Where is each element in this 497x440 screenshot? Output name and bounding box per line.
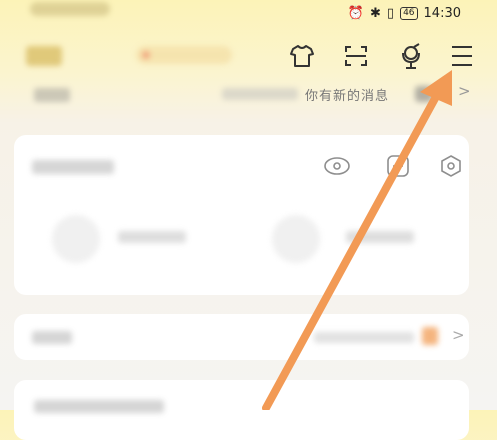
feature-icon-left[interactable] [52, 215, 100, 263]
page-title [26, 46, 62, 66]
eye-icon[interactable] [322, 151, 352, 181]
list-item-badge [422, 327, 438, 345]
message-row-blurred-text [222, 88, 298, 100]
feature-label-right[interactable] [346, 231, 414, 243]
feature-label-left[interactable] [118, 231, 186, 243]
list-item-value [314, 332, 414, 343]
tshirt-icon[interactable] [287, 40, 317, 72]
list-item[interactable] [14, 380, 469, 440]
new-message-text: 你有新的消息 [305, 89, 390, 104]
avatar [415, 86, 433, 102]
scan-icon[interactable] [341, 40, 371, 72]
status-placeholder [30, 2, 110, 16]
battery-indicator: 46 [400, 6, 418, 20]
message-row[interactable]: 你有新的消息 > [0, 80, 497, 108]
status-bar: ⏰ ✱ ▯ 46 14:30 [348, 2, 461, 24]
list-item-label [32, 331, 72, 344]
message-row-label [34, 88, 70, 102]
card-title [32, 160, 114, 174]
list-item[interactable]: > [14, 314, 469, 360]
bluetooth-icon: ✱ [370, 5, 381, 21]
mic-icon[interactable] [396, 40, 426, 72]
clock: 14:30 [423, 5, 461, 21]
list-item-label [34, 400, 164, 413]
add-icon[interactable] [383, 151, 413, 181]
menu-icon[interactable] [447, 40, 477, 72]
promo-tag[interactable] [136, 46, 232, 64]
vibrate-icon: ▯ [386, 5, 395, 21]
chevron-right-icon: > [452, 326, 465, 344]
feature-card [14, 135, 469, 295]
alarm-icon: ⏰ [347, 5, 365, 21]
status-bar-left [30, 2, 110, 16]
feature-icon-right[interactable] [272, 215, 320, 263]
chevron-right-icon[interactable]: > [458, 82, 471, 100]
settings-icon[interactable] [436, 151, 466, 181]
